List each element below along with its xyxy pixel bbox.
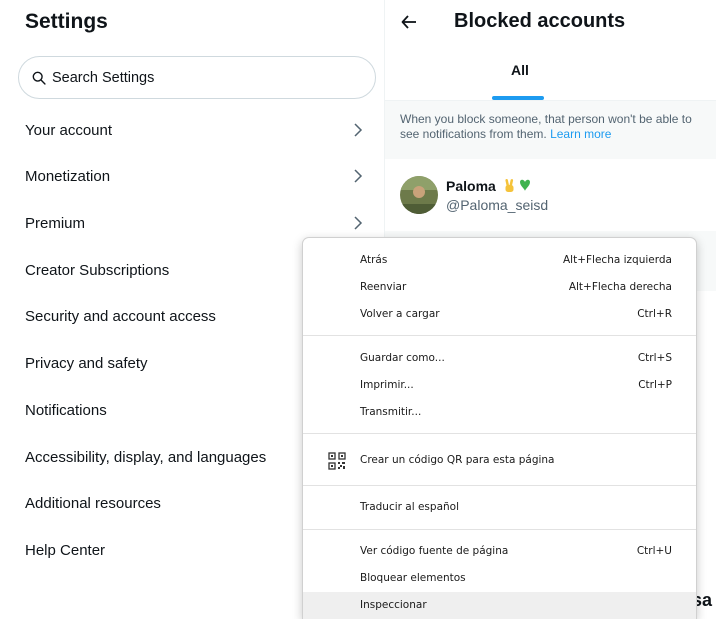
menu-item-shortcut: Alt+Flecha izquierda <box>563 254 672 266</box>
menu-separator <box>303 529 696 530</box>
menu-item-reload[interactable]: Volver a cargar Ctrl+R <box>303 301 696 328</box>
menu-item-view-source[interactable]: Ver código fuente de página Ctrl+U <box>303 538 696 565</box>
settings-item-label: Help Center <box>25 541 106 559</box>
settings-item-monetization[interactable]: Monetization <box>10 153 385 199</box>
menu-item-label: Volver a cargar <box>360 308 440 320</box>
settings-item-label: Premium <box>25 214 86 232</box>
menu-separator <box>303 433 696 434</box>
menu-item-save-as[interactable]: Guardar como... Ctrl+S <box>303 345 696 372</box>
menu-item-create-qr-code[interactable]: Crear un código QR para esta página <box>303 447 696 474</box>
search-icon <box>32 71 46 85</box>
menu-item-label: Guardar como... <box>360 352 445 364</box>
menu-item-block-elements[interactable]: Bloquear elementos <box>303 565 696 592</box>
menu-item-label: Transmitir... <box>360 406 422 418</box>
menu-item-print[interactable]: Imprimir... Ctrl+P <box>303 372 696 399</box>
menu-item-label: Traducir al español <box>360 501 460 513</box>
learn-more-link[interactable]: Learn more <box>550 127 611 141</box>
menu-item-label: Imprimir... <box>360 379 414 391</box>
browser-context-menu: Atrás Alt+Flecha izquierda Reenviar Alt+… <box>302 237 697 619</box>
settings-item-label: Additional resources <box>25 494 161 512</box>
qr-code-icon <box>328 452 346 470</box>
block-info-notice: When you block someone, that person won'… <box>385 101 716 159</box>
chevron-right-icon <box>354 169 363 183</box>
menu-separator <box>303 335 696 336</box>
menu-item-label: Ver código fuente de página <box>360 545 509 557</box>
info-text-line1: When you block someone, that person won'… <box>400 112 692 126</box>
menu-item-label: Bloquear elementos <box>360 572 466 584</box>
user-name-emoji <box>503 178 533 196</box>
menu-item-cast[interactable]: Transmitir... <box>303 399 696 426</box>
search-settings-box[interactable] <box>18 56 376 99</box>
settings-title: Settings <box>25 10 108 33</box>
menu-item-translate[interactable]: Traducir al español <box>303 494 696 521</box>
chevron-right-icon <box>354 216 363 230</box>
settings-item-label: Your account <box>25 121 113 139</box>
menu-item-label: Crear un código QR para esta página <box>360 454 555 466</box>
menu-item-label: Inspeccionar <box>360 599 427 611</box>
settings-item-label: Privacy and safety <box>25 354 148 372</box>
settings-item-label: Security and account access <box>25 307 216 325</box>
avatar[interactable] <box>400 176 438 214</box>
menu-separator <box>303 485 696 486</box>
menu-item-shortcut: Ctrl+R <box>637 308 672 320</box>
settings-item-label: Creator Subscriptions <box>25 261 170 279</box>
info-text-line2: see notifications from them. <box>400 127 547 141</box>
page-title: Blocked accounts <box>454 10 626 32</box>
menu-item-back[interactable]: Atrás Alt+Flecha izquierda <box>303 247 696 274</box>
menu-item-shortcut: Ctrl+S <box>637 352 672 364</box>
chevron-right-icon <box>354 123 363 137</box>
settings-item-your-account[interactable]: Your account <box>10 107 385 153</box>
avatar-image <box>400 176 438 214</box>
menu-item-label: Atrás <box>360 254 388 266</box>
menu-item-inspect[interactable]: Inspeccionar <box>303 592 696 619</box>
victory-hand-and-green-heart-icon <box>505 179 530 193</box>
blocked-user-row[interactable]: Paloma @Paloma_seisd <box>385 159 716 231</box>
settings-item-label: Notifications <box>25 401 107 419</box>
user-name-text: Paloma <box>446 178 496 194</box>
menu-item-label: Reenviar <box>360 281 407 293</box>
menu-item-shortcut: Alt+Flecha derecha <box>568 281 672 293</box>
settings-item-label: Monetization <box>25 167 111 185</box>
menu-item-shortcut: Ctrl+U <box>636 545 672 557</box>
user-handle: @Paloma_seisd <box>446 197 549 213</box>
back-arrow-icon[interactable] <box>400 12 420 32</box>
tab-all-label: All <box>511 62 529 78</box>
user-display-name[interactable]: Paloma <box>446 178 533 196</box>
settings-item-label: Accessibility, display, and languages <box>25 448 267 466</box>
search-settings-input[interactable] <box>52 69 352 86</box>
menu-item-shortcut: Ctrl+P <box>638 379 672 391</box>
menu-item-forward[interactable]: Reenviar Alt+Flecha derecha <box>303 274 696 301</box>
